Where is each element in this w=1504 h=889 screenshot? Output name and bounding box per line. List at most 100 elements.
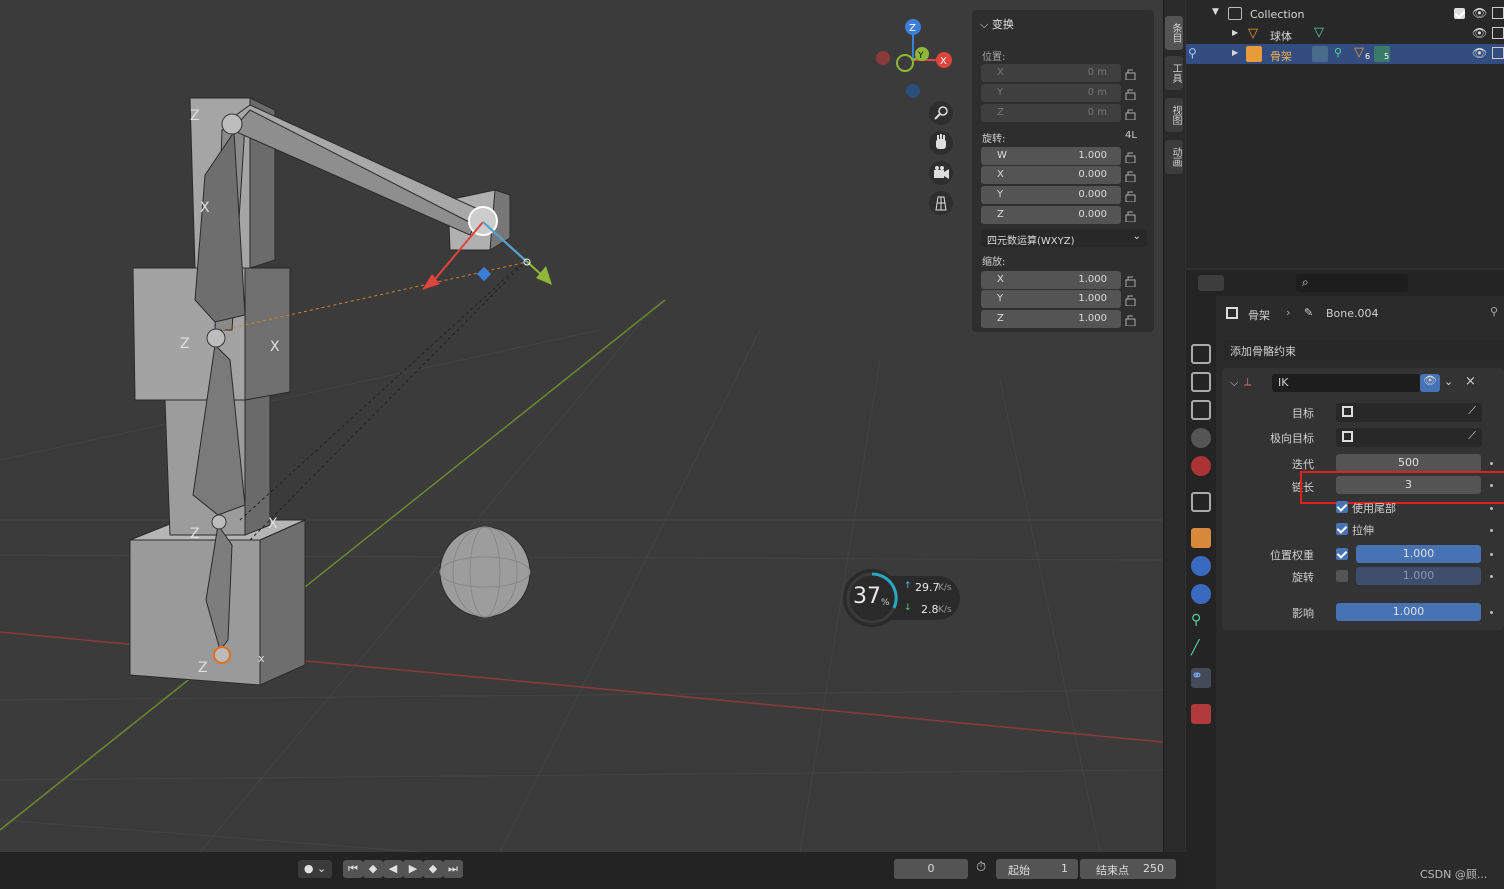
lock-icon[interactable] [1125, 88, 1139, 100]
checkbox-icon[interactable] [1454, 8, 1465, 19]
expand-arrow-icon[interactable]: ▼ [1212, 7, 1219, 17]
view-layer-icon[interactable] [1191, 400, 1211, 420]
lock-icon[interactable] [1125, 151, 1139, 163]
eye-icon[interactable]: 👁 [1420, 374, 1440, 392]
animate-dot[interactable] [1490, 611, 1493, 614]
outliner-row-sphere[interactable]: ▶ ▽ 球体 ▽ 👁 [1186, 24, 1504, 44]
world-icon[interactable] [1191, 456, 1211, 476]
modifiers-icon[interactable] [1191, 556, 1211, 576]
current-frame-field[interactable]: 0 [894, 859, 968, 879]
play-reverse-icon[interactable]: ◀ [383, 860, 403, 878]
expand-arrow-icon[interactable]: ▶ [1232, 48, 1238, 57]
influence-field[interactable]: 1.000 [1336, 603, 1481, 621]
tab-view[interactable]: 视图 [1165, 98, 1183, 132]
lock-icon[interactable] [1125, 210, 1139, 222]
rotation-weight-label: 旋转 [1292, 571, 1314, 584]
lock-icon[interactable] [1125, 275, 1139, 287]
rotation-y-field[interactable]: Y 0.000 [981, 186, 1121, 204]
location-z-field[interactable]: Z0 m [981, 104, 1121, 122]
eye-icon[interactable]: 👁 [1472, 46, 1487, 60]
tab-animation[interactable]: 动画 [1165, 140, 1183, 174]
camera-render-icon[interactable] [1492, 47, 1504, 59]
jump-to-start-icon[interactable]: ⏮ [343, 860, 363, 878]
texture-icon[interactable] [1191, 704, 1211, 724]
bone-constraint-icon[interactable]: ⚭ [1191, 668, 1211, 688]
chevron-down-icon[interactable]: ⌄ [1444, 375, 1453, 388]
outliner-row-collection[interactable]: ▼ Collection 👁 [1186, 4, 1504, 24]
rotation-w-field[interactable]: W 1.000 [981, 147, 1121, 165]
eye-icon[interactable]: 👁 [1472, 6, 1487, 20]
scale-x-field[interactable]: X 1.000 [981, 271, 1121, 289]
breadcrumb-object[interactable]: 骨架 [1248, 307, 1270, 323]
eye-icon[interactable]: 👁 [1472, 26, 1487, 40]
use-tail-checkbox[interactable] [1336, 501, 1348, 513]
iterations-field[interactable]: 500 [1336, 454, 1481, 472]
add-bone-constraint-dropdown[interactable]: 添加骨骼约束 [1224, 340, 1504, 360]
keyframe-record-button[interactable]: ● ⌄ [298, 860, 332, 878]
scale-z-field[interactable]: Z 1.000 [981, 310, 1121, 328]
outliner: ▼ Collection 👁 ▶ ▽ 球体 ▽ 👁 ⚲ ▶ 骨架 ⚲ ▽ 6 5… [1186, 0, 1504, 268]
rotation-weight-checkbox[interactable] [1336, 570, 1348, 582]
eyedropper-icon[interactable]: ⟋ [1468, 404, 1476, 418]
collection-icon[interactable] [1191, 492, 1211, 512]
location-x-field[interactable]: X0 m [981, 64, 1121, 82]
eyedropper-icon[interactable]: ⟋ [1468, 429, 1476, 443]
lock-icon[interactable] [1125, 68, 1139, 80]
bone-icon[interactable]: ╱ [1191, 640, 1211, 660]
stretch-checkbox[interactable] [1336, 523, 1348, 535]
expand-arrow-icon[interactable]: ▶ [1232, 28, 1238, 37]
outliner-row-armature[interactable]: ⚲ ▶ 骨架 ⚲ ▽ 6 5 👁 [1186, 44, 1504, 64]
pole-target-field[interactable]: ⟋ [1336, 428, 1482, 447]
armature-data-icon[interactable]: ⚲ [1191, 612, 1211, 632]
camera-render-icon[interactable] [1492, 27, 1504, 39]
target-field[interactable]: ⟋ [1336, 403, 1482, 422]
scale-y-field[interactable]: Y 1.000 [981, 290, 1121, 308]
location-y-field[interactable]: Y0 m [981, 84, 1121, 102]
stopwatch-icon[interactable]: ⏱ [976, 860, 986, 875]
breadcrumb-bone[interactable]: Bone.004 [1326, 307, 1379, 320]
render-icon[interactable] [1191, 344, 1211, 364]
pose-icon [1312, 46, 1328, 62]
lock-icon[interactable] [1125, 294, 1139, 306]
prev-keyframe-icon[interactable]: ◆ [363, 860, 383, 878]
animate-dot[interactable] [1490, 575, 1493, 578]
camera-render-icon[interactable] [1492, 7, 1504, 19]
rotation-z-field[interactable]: Z 0.000 [981, 206, 1121, 224]
object-icon[interactable] [1191, 528, 1211, 548]
next-keyframe-icon[interactable]: ◆ [423, 860, 443, 878]
pin-icon[interactable]: ⚲ [1490, 305, 1498, 318]
editor-type-icon[interactable] [1198, 275, 1224, 291]
tab-tool[interactable]: 工具 [1165, 56, 1183, 90]
weight-position-field[interactable]: 1.000 [1356, 545, 1481, 563]
search-input[interactable] [1296, 274, 1408, 292]
pan-hand-icon[interactable] [936, 134, 946, 149]
lock-icon[interactable] [1125, 190, 1139, 202]
animate-dot[interactable] [1490, 529, 1493, 532]
panel-header[interactable]: ⌵ 变换 [980, 16, 1014, 32]
animate-dot[interactable] [1490, 507, 1493, 510]
rotation-x-field[interactable]: X 0.000 [981, 166, 1121, 184]
animate-dot[interactable] [1490, 553, 1493, 556]
3d-viewport[interactable]: Z X Z X Z X Z x Z Y X ⌵ 变换 位置: X 0 m Y 0… [0, 0, 1163, 852]
navigation-gizmo[interactable]: Z Y X [876, 19, 952, 98]
output-icon[interactable] [1191, 372, 1211, 392]
animate-dot[interactable] [1490, 462, 1493, 465]
weight-position-checkbox[interactable] [1336, 548, 1348, 560]
rotation-mode-dropdown[interactable]: 四元数运算(WXYZ) ⌄ [981, 229, 1147, 247]
end-frame-field[interactable]: 结束点 250 [1080, 859, 1176, 879]
rotation-weight-field[interactable]: 1.000 [1356, 567, 1481, 585]
start-frame-field[interactable]: 起始 1 [996, 859, 1078, 879]
jump-to-end-icon[interactable]: ⏭ [443, 860, 463, 878]
rotation-mode-short[interactable]: 4L [1125, 130, 1137, 141]
scene-icon[interactable] [1191, 428, 1211, 448]
close-icon[interactable]: × [1465, 374, 1476, 389]
tool-icon[interactable] [1191, 310, 1211, 330]
physics-icon[interactable] [1191, 584, 1211, 604]
lock-icon[interactable] [1125, 108, 1139, 120]
tab-item[interactable]: 条目 [1165, 16, 1183, 50]
constraint-name-field[interactable]: IK [1272, 374, 1420, 392]
play-icon[interactable]: ▶ [403, 860, 423, 878]
chevron-down-icon[interactable]: ⌵ [1230, 376, 1238, 390]
lock-icon[interactable] [1125, 170, 1139, 182]
lock-icon[interactable] [1125, 314, 1139, 326]
